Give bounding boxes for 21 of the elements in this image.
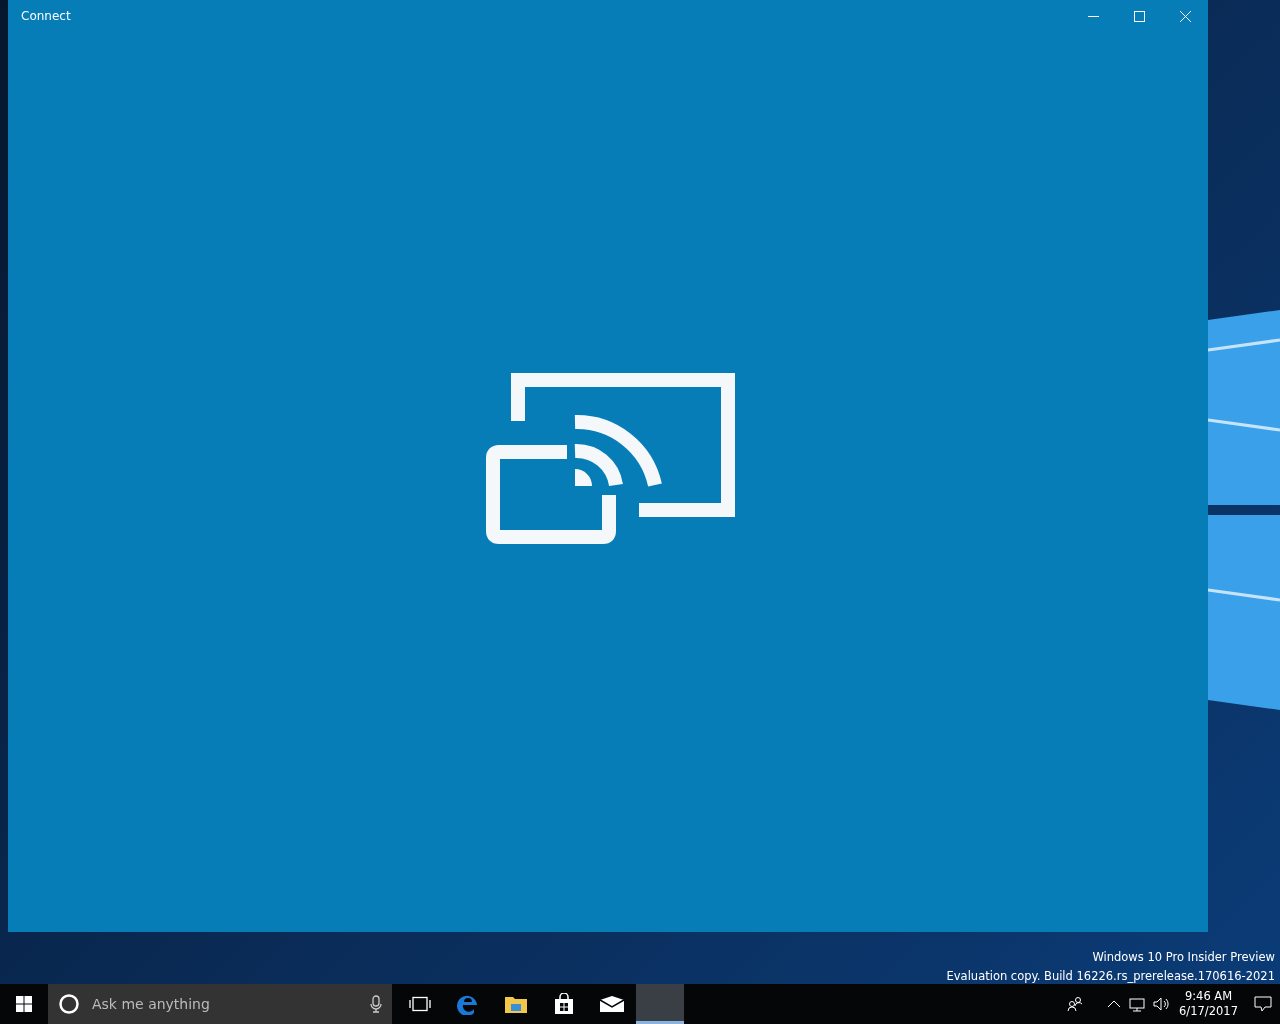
- maximize-icon: [1133, 10, 1145, 22]
- network-icon[interactable]: [1129, 996, 1146, 1012]
- windows-icon: [16, 996, 32, 1012]
- people-icon: [1067, 996, 1084, 1012]
- circle-icon: [58, 993, 80, 1015]
- chevron-up-icon[interactable]: [1107, 999, 1122, 1009]
- close-icon: [1179, 10, 1191, 22]
- clock[interactable]: 9:46 AM 6/17/2017: [1179, 989, 1238, 1019]
- search-field[interactable]: Ask me anything: [90, 992, 360, 1016]
- volume-icon[interactable]: [1153, 996, 1172, 1012]
- envelope-icon: [599, 995, 625, 1013]
- build-info-text: Evaluation copy. Build 16226.rs_prerelease.170616-2021: [946, 969, 1275, 983]
- shopping-bag-icon: [554, 993, 574, 1015]
- search-box[interactable]: Ask me anything: [48, 984, 392, 1024]
- microphone-icon: [370, 995, 382, 1013]
- notification-icon[interactable]: [1254, 996, 1272, 1012]
- build-info-text: Windows 10 Pro Insider Preview: [1092, 950, 1275, 964]
- task-view-icon: [409, 996, 431, 1012]
- browser-e-icon: [457, 993, 479, 1015]
- window-title: Connect: [21, 9, 71, 23]
- folder-icon: [504, 994, 528, 1014]
